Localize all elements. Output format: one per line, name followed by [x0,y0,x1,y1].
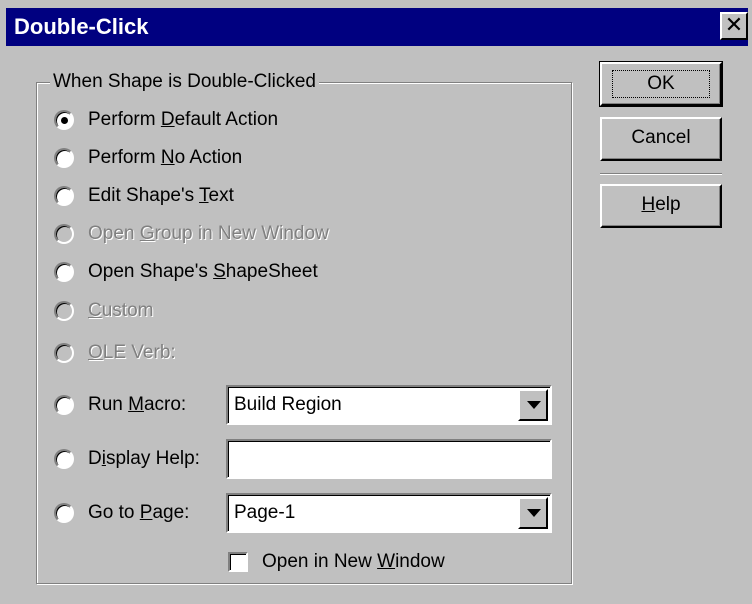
dialog-title: Double-Click [14,14,149,39]
radio-default-action[interactable] [54,110,74,130]
close-button[interactable]: ✕ [720,12,748,40]
button-separator [600,173,722,175]
chevron-down-icon[interactable] [518,497,548,529]
option-display-help[interactable]: Display Help: [54,446,200,472]
option-label: Custom [88,300,154,321]
option-edit-shape-text[interactable]: Edit Shape's Text [54,183,234,209]
radio-ole-verb [54,343,74,363]
checkbox-label: Open in New Window [262,551,445,572]
radio-go-to-page[interactable] [54,503,74,523]
page-select[interactable]: Page-1 [226,493,552,533]
option-perform-no-action[interactable]: Perform No Action [54,145,242,171]
help-input[interactable] [226,439,552,479]
macro-select-value: Build Region [234,394,342,415]
radio-display-help[interactable] [54,449,74,469]
option-open-group-new-window: Open Group in New Window [54,221,329,247]
cancel-label: Cancel [631,127,691,148]
macro-select[interactable]: Build Region [226,385,552,425]
option-label: Go to Page: [88,502,190,523]
option-custom: Custom [54,298,153,324]
ok-button[interactable]: OK [599,61,723,107]
option-label: Open Group in New Window [88,223,329,244]
open-in-new-window-checkbox[interactable] [228,552,248,572]
radio-no-action[interactable] [54,148,74,168]
help-label: Help [641,194,681,215]
title-bar: Double-Click ✕ [6,8,748,46]
option-label: Display Help: [88,448,200,469]
open-in-new-window-option[interactable]: Open in New Window [228,549,445,575]
option-go-to-page[interactable]: Go to Page: [54,500,189,526]
close-icon: ✕ [724,12,744,37]
option-run-macro[interactable]: Run Macro: [54,392,186,418]
option-label: Run Macro: [88,394,187,415]
radio-edit-text[interactable] [54,186,74,206]
ok-label: OK [647,73,675,94]
radio-open-group [54,224,74,244]
chevron-down-icon[interactable] [518,389,548,421]
group-label: When Shape is Double-Clicked [50,70,319,94]
radio-open-shapesheet[interactable] [54,262,74,282]
option-label: OLE Verb: [88,342,176,363]
radio-custom [54,301,74,321]
option-label: Open Shape's ShapeSheet [88,261,318,282]
double-click-dialog: Double-Click ✕ When Shape is Double-Clic… [0,0,752,604]
cancel-button[interactable]: Cancel [600,117,722,161]
page-select-value: Page-1 [234,502,296,523]
option-perform-default-action[interactable]: Perform Default Action [54,107,278,133]
option-open-shapesheet[interactable]: Open Shape's ShapeSheet [54,259,318,285]
help-button[interactable]: Help [600,184,722,228]
option-label: Perform No Action [88,147,243,168]
option-ole-verb: OLE Verb: [54,340,176,366]
focus-ring: OK [612,70,710,98]
option-label: Edit Shape's Text [88,185,234,206]
radio-run-macro[interactable] [54,395,74,415]
option-label: Perform Default Action [88,109,279,130]
